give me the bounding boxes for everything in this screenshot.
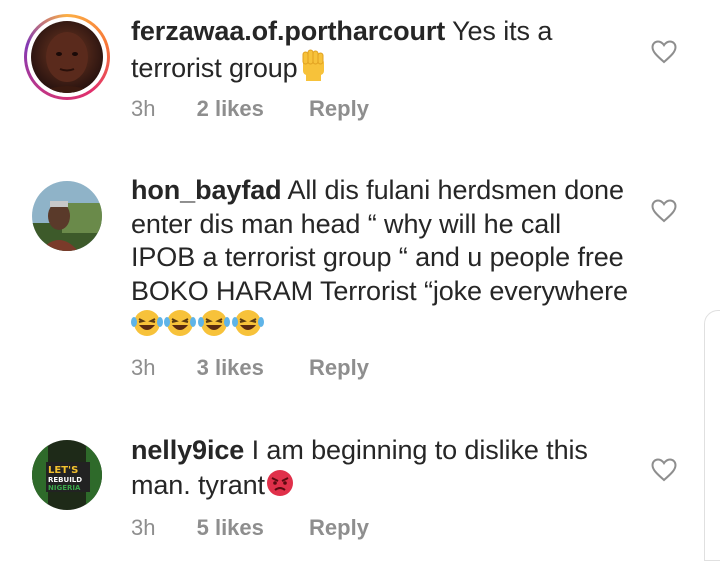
laughing-tears-icon <box>197 308 231 347</box>
raised-fist-icon <box>298 49 328 90</box>
avatar[interactable]: LET'S REBUILD NIGERIA <box>32 440 102 510</box>
svg-text:REBUILD: REBUILD <box>48 476 82 484</box>
comment-time: 3h <box>131 355 156 380</box>
svg-text:LET'S: LET'S <box>48 465 78 476</box>
comment-username[interactable]: ferzawaa.of.portharcourt <box>131 16 445 46</box>
comment-meta: 3h 5 likes Reply <box>131 515 369 541</box>
heart-icon[interactable] <box>651 199 677 223</box>
angry-face-icon <box>265 468 295 507</box>
svg-text:NIGERIA: NIGERIA <box>48 484 81 492</box>
likes-count[interactable]: 5 likes <box>197 515 264 541</box>
reply-button[interactable]: Reply <box>309 515 369 541</box>
laughing-tears-icon <box>131 308 163 347</box>
comment-text: hon_bayfad All dis fulani herdsmen done … <box>131 174 631 347</box>
comment-text: ferzawaa.of.portharcourt Yes its a terro… <box>131 15 631 89</box>
comment-time: 3h <box>131 96 156 121</box>
heart-icon[interactable] <box>651 40 677 64</box>
laughing-tears-icon <box>163 308 197 347</box>
reply-button[interactable]: Reply <box>309 96 369 122</box>
avatar-story-ring[interactable] <box>24 14 110 100</box>
comment-text: nelly9ice I am beginning to dislike this… <box>131 434 631 506</box>
scroll-indicator[interactable] <box>704 310 720 561</box>
avatar[interactable] <box>32 181 102 251</box>
laughing-tears-icon <box>231 308 265 347</box>
reply-button[interactable]: Reply <box>309 355 369 381</box>
heart-icon[interactable] <box>651 458 677 482</box>
comment-meta: 3h 2 likes Reply <box>131 96 369 122</box>
comment-username[interactable]: nelly9ice <box>131 435 244 465</box>
avatar[interactable] <box>31 21 103 93</box>
comment-meta: 3h 3 likes Reply <box>131 355 369 381</box>
comment-time: 3h <box>131 515 156 540</box>
likes-count[interactable]: 3 likes <box>197 355 264 381</box>
likes-count[interactable]: 2 likes <box>197 96 264 122</box>
comment-username[interactable]: hon_bayfad <box>131 175 282 205</box>
